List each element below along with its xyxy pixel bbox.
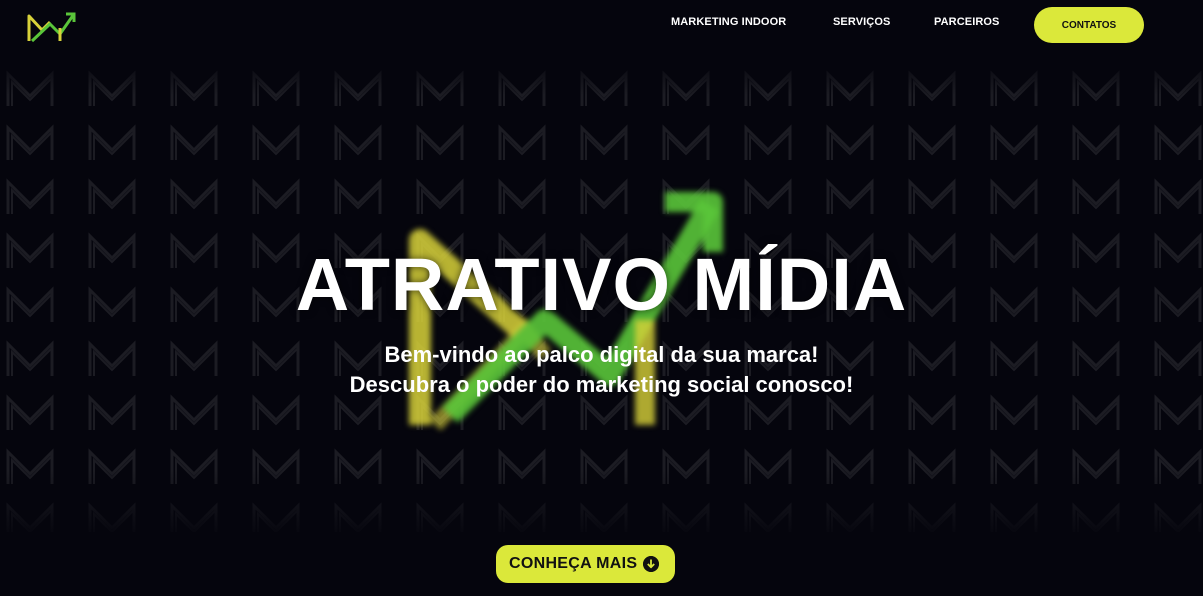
landing-page: MARKETING INDOOR SERVIÇOS PARCEIROS CONT… bbox=[0, 0, 1203, 596]
m-arrow-logo-icon[interactable] bbox=[26, 10, 78, 44]
nav-link-marketing-indoor[interactable]: MARKETING INDOOR bbox=[671, 16, 786, 28]
nav-link-servicos[interactable]: SERVIÇOS bbox=[833, 16, 890, 28]
contatos-button[interactable]: CONTATOS bbox=[1034, 7, 1144, 43]
conheca-mais-button[interactable]: CONHEÇA MAIS bbox=[496, 545, 675, 583]
conheca-mais-label: CONHEÇA MAIS bbox=[509, 555, 638, 572]
background-fade-bottom bbox=[0, 470, 1203, 540]
arrow-down-circle-icon bbox=[643, 556, 659, 572]
hero-subtitle: Bem-vindo ao palco digital da sua marca!… bbox=[0, 340, 1203, 400]
background-fade-top bbox=[0, 55, 1203, 95]
hero-subtitle-line-2: Descubra o poder do marketing social con… bbox=[349, 372, 854, 397]
nav-link-parceiros[interactable]: PARCEIROS bbox=[934, 16, 999, 28]
hero-title: ATRATIVO MÍDIA bbox=[295, 243, 908, 326]
hero-subtitle-line-1: Bem-vindo ao palco digital da sua marca! bbox=[384, 342, 819, 367]
navbar: MARKETING INDOOR SERVIÇOS PARCEIROS CONT… bbox=[0, 0, 1203, 55]
